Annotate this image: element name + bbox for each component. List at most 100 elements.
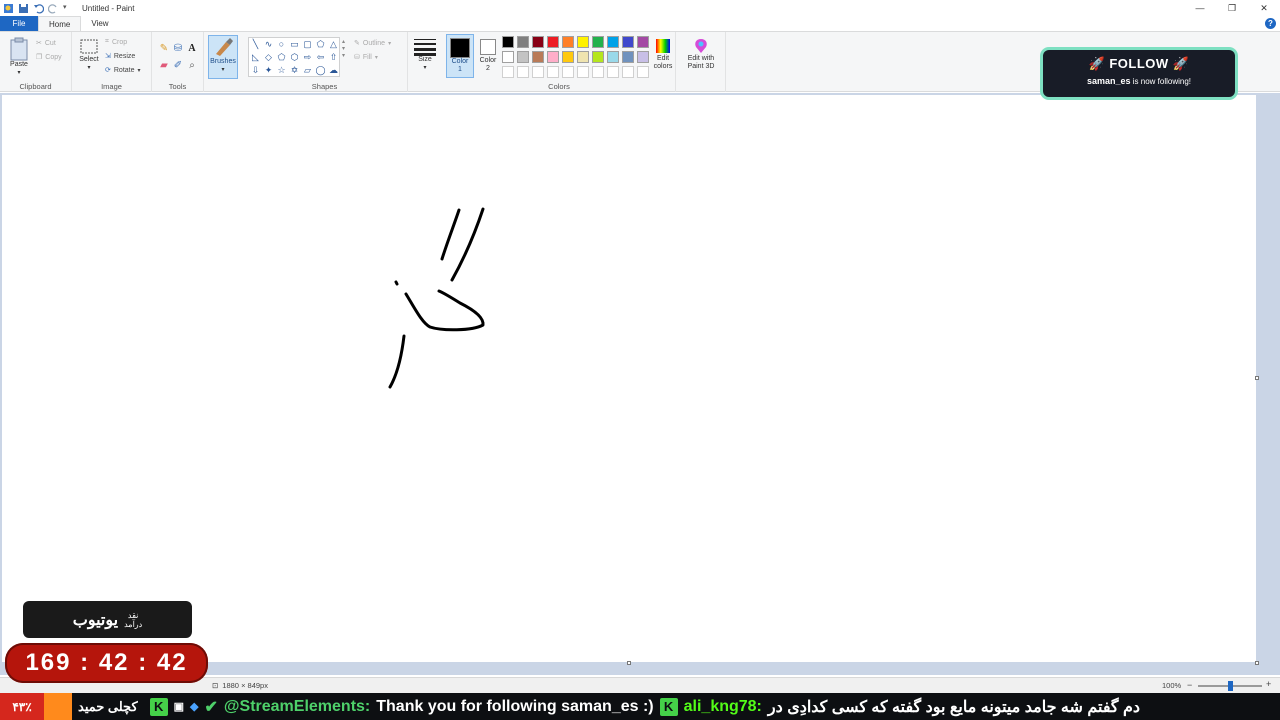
palette-swatch[interactable] (532, 51, 544, 63)
resize-button[interactable]: ⇲ Resize (105, 49, 141, 63)
fill-button[interactable]: ⛁ Fill ▾ (354, 50, 391, 64)
pentagon-shape-icon[interactable]: ⬠ (275, 51, 288, 64)
customize-toolbar-icon[interactable]: ▾ (63, 3, 74, 14)
canvas-resize-handle-bottom[interactable] (627, 661, 631, 665)
palette-swatch[interactable] (547, 36, 559, 48)
size-button[interactable]: Size ▾ (412, 38, 438, 72)
triangle-shape-icon[interactable]: △ (327, 38, 340, 51)
oval-shape-icon[interactable]: ○ (275, 38, 288, 51)
diamond-shape-icon[interactable]: ◇ (262, 51, 275, 64)
text-tool-icon[interactable]: A (188, 43, 195, 54)
custom-color-slot[interactable] (562, 66, 574, 78)
palette-swatch[interactable] (562, 36, 574, 48)
four-point-star-shape-icon[interactable]: ✦ (262, 64, 275, 77)
custom-color-slot[interactable] (532, 66, 544, 78)
paste-button[interactable]: Paste ▾ (6, 37, 32, 77)
custom-color-slot[interactable] (607, 66, 619, 78)
palette-swatch[interactable] (577, 36, 589, 48)
color-picker-icon[interactable]: ✐ (174, 60, 182, 71)
save-icon[interactable] (18, 3, 29, 14)
palette-swatch[interactable] (547, 51, 559, 63)
youtube-income-badge: یوتیوب نقد درآمد (23, 601, 192, 638)
copy-button[interactable]: ❐ Copy (36, 50, 62, 64)
hexagon-shape-icon[interactable]: ⬡ (288, 51, 301, 64)
down-arrow-shape-icon[interactable]: ⇩ (249, 64, 262, 77)
rectangle-shape-icon[interactable]: ▭ (288, 38, 301, 51)
six-point-star-shape-icon[interactable]: ✡ (288, 64, 301, 77)
custom-color-slot[interactable] (622, 66, 634, 78)
color2-button[interactable]: Color 2 (477, 34, 499, 73)
custom-color-slot[interactable] (577, 66, 589, 78)
up-arrow-shape-icon[interactable]: ⇧ (327, 51, 340, 64)
edit-with-paint3d-button[interactable]: Edit with Paint 3D (682, 37, 720, 71)
polygon-shape-icon[interactable]: ⬠ (314, 38, 327, 51)
help-icon[interactable]: ? (1265, 18, 1276, 29)
follow-alert: 🚀 FOLLOW 🚀 saman_es is now following! (1043, 50, 1235, 97)
palette-swatch[interactable] (517, 51, 529, 63)
color1-swatch (450, 38, 470, 58)
palette-swatch[interactable] (517, 36, 529, 48)
tab-view[interactable]: View (81, 16, 118, 31)
rotate-icon: ⟳ (105, 67, 111, 74)
cloud-callout-shape-icon[interactable]: ☁ (327, 64, 340, 77)
edit-colors-button[interactable]: Edit colors (650, 37, 676, 71)
custom-color-slot[interactable] (592, 66, 604, 78)
magnifier-icon[interactable]: ⌕ (189, 60, 195, 71)
color2-label: Color 2 (479, 57, 497, 72)
tab-home[interactable]: Home (38, 16, 82, 31)
palette-swatch[interactable] (622, 51, 634, 63)
shapes-scroll[interactable]: ▴ ▾ ▾ (342, 38, 345, 59)
line-shape-icon[interactable]: ╲ (249, 38, 262, 51)
right-arrow-shape-icon[interactable]: ⇨ (301, 51, 314, 64)
crop-button[interactable]: ⌗ Crop (105, 35, 141, 49)
palette-swatch[interactable] (607, 36, 619, 48)
income-label-2: درآمد (124, 619, 143, 629)
brushes-button[interactable]: Brushes ▾ (208, 35, 238, 79)
maximize-button[interactable]: ❐ (1216, 0, 1248, 16)
undo-icon[interactable] (33, 3, 45, 14)
palette-swatch[interactable] (502, 51, 514, 63)
palette-swatch[interactable] (637, 36, 649, 48)
palette-swatch[interactable] (502, 36, 514, 48)
palette-swatch[interactable] (592, 36, 604, 48)
scissors-icon: ✂ (36, 40, 42, 47)
zoom-slider-thumb[interactable] (1228, 681, 1233, 691)
zoom-in-button[interactable]: + (1266, 679, 1271, 689)
custom-color-slot[interactable] (517, 66, 529, 78)
drawing-canvas[interactable] (2, 95, 1256, 662)
left-arrow-shape-icon[interactable]: ⇦ (314, 51, 327, 64)
redo-icon[interactable] (47, 3, 59, 14)
oval-callout-shape-icon[interactable]: ◯ (314, 64, 327, 77)
pencil-icon[interactable]: ✎ (160, 43, 168, 54)
cut-button[interactable]: ✂ Cut (36, 36, 62, 50)
palette-swatch[interactable] (532, 36, 544, 48)
close-button[interactable]: ✕ (1248, 0, 1280, 16)
palette-swatch[interactable] (637, 51, 649, 63)
rounded-rectangle-shape-icon[interactable]: ▢ (301, 38, 314, 51)
curve-shape-icon[interactable]: ∿ (262, 38, 275, 51)
fill-bucket-icon[interactable]: ⛁ (174, 43, 182, 54)
rounded-callout-shape-icon[interactable]: ▱ (301, 64, 314, 77)
zoom-out-button[interactable]: − (1187, 680, 1192, 690)
five-point-star-shape-icon[interactable]: ☆ (275, 64, 288, 77)
palette-swatch[interactable] (592, 51, 604, 63)
tab-file[interactable]: File (0, 16, 38, 31)
palette-swatch[interactable] (607, 51, 619, 63)
shapes-gallery[interactable]: ╲ ∿ ○ ▭ ▢ ⬠ △ ◺ ◇ ⬠ ⬡ ⇨ ⇦ ⇧ ⇩ ✦ ☆ ✡ ▱ ◯ (248, 37, 340, 77)
minimize-button[interactable]: — (1184, 0, 1216, 16)
canvas-resize-handle-corner[interactable] (1255, 661, 1259, 665)
custom-color-slot[interactable] (502, 66, 514, 78)
palette-swatch[interactable] (577, 51, 589, 63)
custom-color-slot[interactable] (637, 66, 649, 78)
pinned-icon: ▣ (173, 701, 185, 713)
palette-swatch[interactable] (562, 51, 574, 63)
eraser-icon[interactable]: ▰ (160, 60, 168, 71)
color1-button[interactable]: Color 1 (446, 34, 474, 78)
palette-swatch[interactable] (622, 36, 634, 48)
custom-color-slot[interactable] (547, 66, 559, 78)
rotate-button[interactable]: ⟳ Rotate ▾ (105, 63, 141, 77)
outline-button[interactable]: ✎ Outline ▾ (354, 36, 391, 50)
canvas-resize-handle-right[interactable] (1255, 376, 1259, 380)
select-button[interactable]: Select ▾ (76, 38, 102, 72)
right-triangle-shape-icon[interactable]: ◺ (249, 51, 262, 64)
